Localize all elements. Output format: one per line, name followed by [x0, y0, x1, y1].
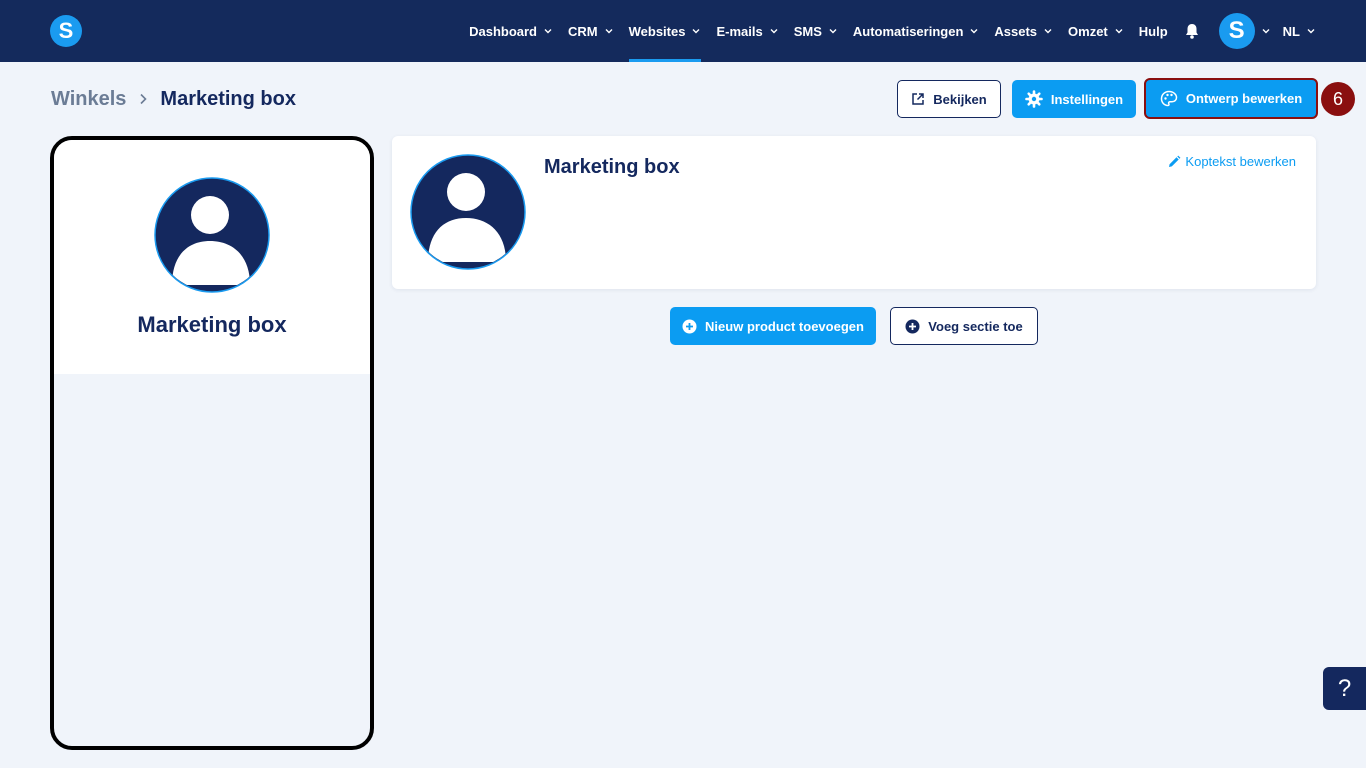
language-selector[interactable]: NL	[1283, 0, 1316, 62]
nav-item-emails[interactable]: E-mails	[716, 0, 778, 62]
nav-item-label: Hulp	[1138, 23, 1168, 39]
nav-item-dashboard[interactable]: Dashboard	[469, 0, 553, 62]
nav-item-label: SMS	[793, 23, 822, 39]
nav-item-automatiseringen[interactable]: Automatiseringen	[853, 0, 980, 62]
chevron-down-icon	[692, 29, 700, 34]
help-label: ?	[1337, 674, 1352, 702]
nav-item-label: Assets	[994, 23, 1038, 39]
add-section-label: Voeg sectie toe	[928, 318, 1023, 334]
settings-button[interactable]: Instellingen	[1012, 80, 1136, 118]
breadcrumb: Winkels Marketing box	[51, 86, 296, 112]
step-badge: 6	[1321, 82, 1355, 116]
nav-menu: Dashboard CRM Websites E-mails SMS Autom…	[469, 0, 1366, 62]
nav-item-label: CRM	[568, 23, 598, 39]
mobile-preview: Marketing box	[50, 136, 374, 750]
preview-header: Marketing box	[54, 140, 370, 374]
edit-header-label: Koptekst bewerken	[1185, 154, 1296, 169]
settings-button-label: Instellingen	[1050, 91, 1124, 107]
chevron-right-icon	[140, 93, 148, 105]
user-placeholder-icon	[154, 177, 270, 293]
edit-design-button-label: Ontwerp bewerken	[1185, 91, 1303, 106]
nav-item-label: Automatiseringen	[852, 23, 964, 39]
avatar-letter: S	[1228, 17, 1245, 44]
nav-item-hulp[interactable]: Hulp	[1139, 0, 1168, 62]
chevron-down-icon	[1044, 29, 1052, 34]
add-section-button[interactable]: Voeg sectie toe	[890, 307, 1038, 345]
nav-item-label: Omzet	[1068, 23, 1108, 39]
chevron-down-icon	[829, 29, 837, 34]
nav-item-assets[interactable]: Assets	[994, 0, 1053, 62]
plus-circle-icon	[905, 319, 920, 333]
nav-item-label: Dashboard	[469, 23, 537, 39]
page-title: Marketing box	[160, 87, 296, 110]
breadcrumb-parent[interactable]: Winkels	[51, 88, 126, 111]
logo-letter: S	[58, 18, 74, 43]
app-logo[interactable]: S	[50, 15, 82, 47]
bell-icon[interactable]	[1183, 22, 1201, 40]
nav-item-label: E-mails	[716, 23, 763, 39]
add-product-label: Nieuw product toevoegen	[705, 318, 864, 334]
nav-item-crm[interactable]: CRM	[568, 0, 614, 62]
chevron-down-icon	[1115, 29, 1123, 34]
user-menu[interactable]: S	[1218, 13, 1271, 49]
user-placeholder-icon	[410, 154, 526, 270]
language-label: NL	[1282, 23, 1300, 39]
chevron-down-icon	[605, 29, 613, 34]
gear-icon	[1025, 90, 1043, 108]
chevron-down-icon	[1307, 29, 1315, 34]
view-button[interactable]: Bekijken	[897, 80, 1001, 118]
avatar: S	[1218, 13, 1255, 49]
palette-icon	[1160, 90, 1178, 106]
pencil-icon	[1169, 155, 1181, 167]
chevron-down-icon	[770, 29, 778, 34]
store-header-card: Marketing box Koptekst bewerken	[392, 136, 1316, 289]
edit-header-link[interactable]: Koptekst bewerken	[1167, 154, 1296, 169]
chevron-down-icon	[970, 29, 978, 34]
add-product-button[interactable]: Nieuw product toevoegen	[670, 307, 876, 345]
step-number: 6	[1332, 88, 1343, 109]
plus-circle-icon	[682, 319, 697, 333]
chevron-down-icon	[544, 29, 552, 34]
chevron-down-icon	[1262, 29, 1270, 34]
edit-design-button[interactable]: Ontwerp bewerken	[1144, 78, 1318, 119]
preview-store-name: Marketing box	[137, 312, 287, 337]
help-button[interactable]: ?	[1323, 667, 1366, 710]
nav-item-websites[interactable]: Websites	[628, 0, 702, 62]
nav-item-omzet[interactable]: Omzet	[1068, 0, 1124, 62]
nav-item-label: Websites	[628, 23, 686, 39]
store-name: Marketing box	[544, 156, 680, 178]
top-navbar: S Dashboard CRM Websites E-mails SMS Aut…	[0, 0, 1366, 62]
view-button-label: Bekijken	[933, 91, 987, 107]
external-link-icon	[912, 93, 924, 105]
nav-item-sms[interactable]: SMS	[794, 0, 838, 62]
